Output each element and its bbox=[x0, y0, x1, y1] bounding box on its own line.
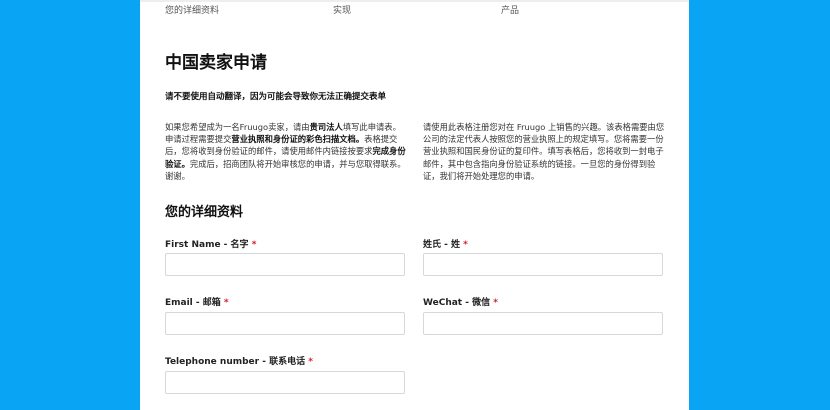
intro-right: 请使用此表格注册您对在 Fruugo 上销售的兴趣。该表格需要由您公司的法定代表… bbox=[423, 122, 665, 181]
intro-emphasis: 贵司法人 bbox=[309, 122, 343, 132]
step-products[interactable]: 产品 bbox=[501, 3, 519, 16]
intro-left: 如果您希望成为一名Fruugo卖家，请由贵司法人填写此申请表。申请过程需要提交营… bbox=[165, 121, 407, 182]
email-input[interactable] bbox=[165, 312, 405, 335]
page-title: 中国卖家申请 bbox=[165, 53, 267, 73]
wechat-label: WeChat - 微信 * bbox=[423, 298, 498, 308]
step-fulfilment[interactable]: 实现 bbox=[333, 3, 351, 16]
telephone-input[interactable] bbox=[165, 371, 405, 394]
form-panel: 您的详细资料 实现 产品 中国卖家申请 请不要使用自动翻译，因为可能会导致你无法… bbox=[140, 0, 689, 410]
section-title: 您的详细资料 bbox=[165, 205, 244, 220]
last-name-label: 姓氏 - 姓 * bbox=[423, 240, 468, 250]
wechat-input[interactable] bbox=[423, 312, 663, 335]
intro-text: 完成后，招商团队将开始审核您的申请，并与您取得联系。谢谢。 bbox=[165, 158, 406, 181]
step-details[interactable]: 您的详细资料 bbox=[165, 3, 219, 16]
translation-warning: 请不要使用自动翻译，因为可能会导致你无法正确提交表单 bbox=[165, 92, 387, 102]
first-name-input[interactable] bbox=[165, 253, 405, 276]
first-name-label: First Name - 名字 * bbox=[165, 240, 257, 250]
email-label: Email - 邮箱 * bbox=[165, 298, 229, 308]
telephone-label: Telephone number - 联系电话 * bbox=[165, 357, 313, 367]
intro-emphasis: 营业执照和身份证的彩色扫描文档。 bbox=[231, 134, 365, 145]
intro-text: 如果您希望成为一名Fruugo卖家，请由 bbox=[165, 122, 310, 132]
last-name-input[interactable] bbox=[423, 253, 663, 276]
